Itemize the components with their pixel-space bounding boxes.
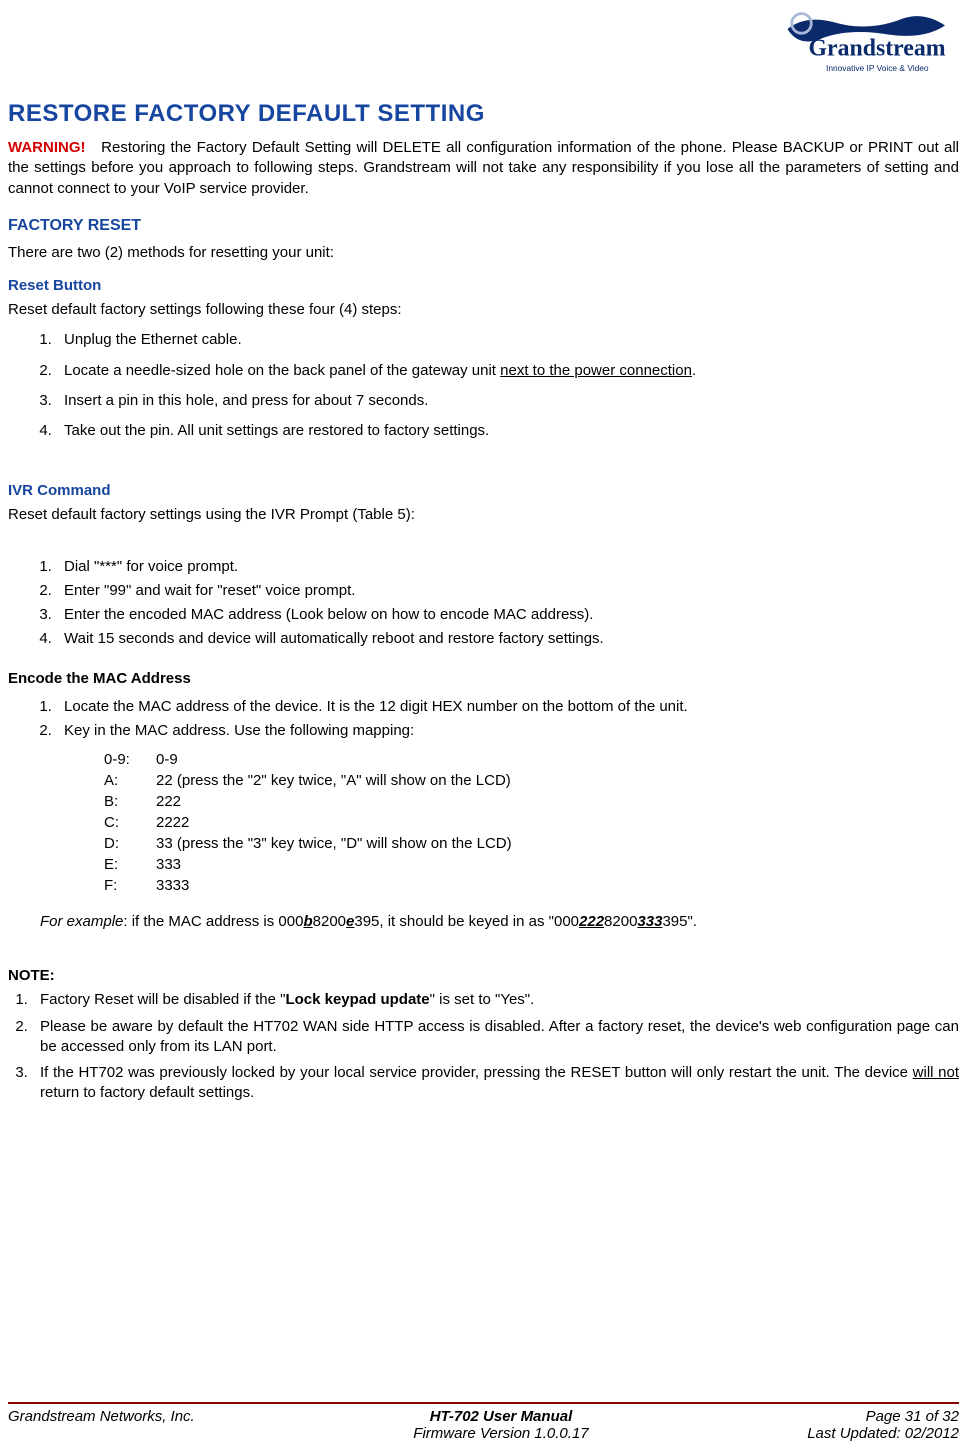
reset-button-heading: Reset Button bbox=[8, 277, 959, 294]
warning-paragraph: WARNING! Restoring the Factory Default S… bbox=[8, 138, 959, 199]
page-content: RESTORE FACTORY DEFAULT SETTING WARNING!… bbox=[8, 90, 959, 1402]
mac-mapping-table: 0-9:0-9 A:22 (press the "2" key twice, "… bbox=[104, 749, 959, 896]
page-footer: Grandstream Networks, Inc. HT-702 User M… bbox=[8, 1402, 959, 1442]
note-list: Factory Reset will be disabled if the "L… bbox=[32, 990, 959, 1103]
footer-center: HT-702 User Manual Firmware Version 1.0.… bbox=[195, 1408, 807, 1442]
document-page: Grandstream Innovative IP Voice & Video … bbox=[0, 0, 967, 1450]
note-heading: NOTE: bbox=[8, 967, 959, 984]
list-item: Enter the encoded MAC address (Look belo… bbox=[56, 605, 959, 625]
table-row: F:3333 bbox=[104, 875, 959, 896]
table-row: A:22 (press the "2" key twice, "A" will … bbox=[104, 770, 959, 791]
ivr-intro: Reset default factory settings using the… bbox=[8, 505, 959, 525]
table-row: 0-9:0-9 bbox=[104, 749, 959, 770]
ivr-steps: Dial "***" for voice prompt. Enter "99" … bbox=[56, 557, 959, 650]
list-item: Unplug the Ethernet cable. bbox=[56, 330, 959, 350]
ivr-heading: IVR Command bbox=[8, 482, 959, 499]
footer-left: Grandstream Networks, Inc. bbox=[8, 1408, 195, 1442]
factory-reset-intro: There are two (2) methods for resetting … bbox=[8, 243, 959, 263]
list-item: Insert a pin in this hole, and press for… bbox=[56, 391, 959, 411]
factory-reset-heading: FACTORY RESET bbox=[8, 217, 959, 235]
table-row: B:222 bbox=[104, 791, 959, 812]
list-item: Dial "***" for voice prompt. bbox=[56, 557, 959, 577]
list-item: Enter "99" and wait for "reset" voice pr… bbox=[56, 581, 959, 601]
example-paragraph: For example: if the MAC address is 000b8… bbox=[40, 912, 959, 932]
reset-button-intro: Reset default factory settings following… bbox=[8, 300, 959, 320]
logo-icon: Grandstream Innovative IP Voice & Video bbox=[784, 8, 959, 78]
footer-right: Page 31 of 32 Last Updated: 02/2012 bbox=[807, 1408, 959, 1442]
list-item: Please be aware by default the HT702 WAN… bbox=[32, 1017, 959, 1058]
table-row: E:333 bbox=[104, 854, 959, 875]
underline-text: next to the power connection bbox=[500, 362, 692, 379]
reset-button-steps: Unplug the Ethernet cable. Locate a need… bbox=[56, 330, 959, 441]
list-item: Key in the MAC address. Use the followin… bbox=[56, 721, 959, 741]
list-item: Take out the pin. All unit settings are … bbox=[56, 421, 959, 441]
warning-text: Restoring the Factory Default Setting wi… bbox=[8, 139, 959, 197]
table-row: D:33 (press the "3" key twice, "D" will … bbox=[104, 833, 959, 854]
list-item: Locate the MAC address of the device. It… bbox=[56, 697, 959, 717]
list-item: Factory Reset will be disabled if the "L… bbox=[32, 990, 959, 1010]
grandstream-logo: Grandstream Innovative IP Voice & Video bbox=[784, 8, 959, 78]
list-item: Locate a needle-sized hole on the back p… bbox=[56, 361, 959, 381]
list-item: If the HT702 was previously locked by yo… bbox=[32, 1063, 959, 1104]
encode-steps: Locate the MAC address of the device. It… bbox=[56, 697, 959, 742]
example-label: For example bbox=[40, 913, 123, 930]
svg-text:Grandstream: Grandstream bbox=[809, 36, 946, 62]
list-item: Wait 15 seconds and device will automati… bbox=[56, 629, 959, 649]
svg-text:Innovative IP Voice & Video: Innovative IP Voice & Video bbox=[826, 63, 929, 73]
page-title: RESTORE FACTORY DEFAULT SETTING bbox=[8, 100, 959, 128]
warning-label: WARNING! bbox=[8, 139, 86, 156]
encode-heading: Encode the MAC Address bbox=[8, 670, 959, 687]
page-header: Grandstream Innovative IP Voice & Video bbox=[8, 8, 959, 78]
table-row: C:2222 bbox=[104, 812, 959, 833]
